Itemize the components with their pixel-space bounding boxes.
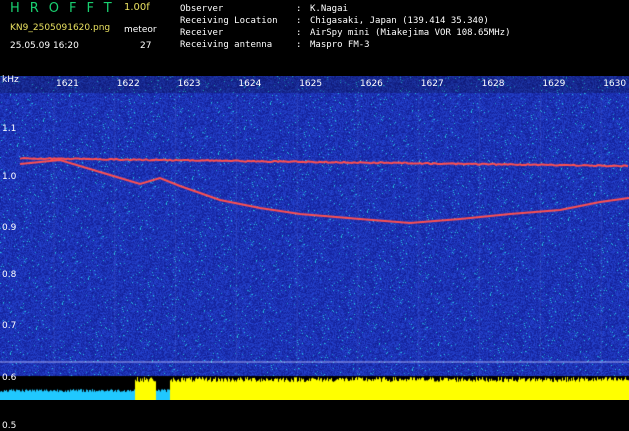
info-row-location: Receiving Location: Chigasaki, Japan (139… [180,16,489,26]
freq-tick-label: 1.0 [2,172,17,182]
spectrogram-canvas [0,76,629,400]
freq-tick-label: 1.1 [2,124,17,134]
time-tick-label: 1629 [542,79,566,89]
time-tick-label: 1627 [420,79,444,89]
meteor-count: 27 [140,41,152,51]
info-row-antenna: Receiving antenna: Maspro FM-3 [180,40,370,50]
time-tick-label: 1626 [360,79,383,89]
timestamp: 25.05.09 16:20 [10,41,79,51]
header-panel: HROFFT 1.00f KN9_2505091620.png 25.05.09… [0,0,629,76]
time-tick-label: 1622 [116,79,140,89]
y-unit-label: kHz [2,75,19,85]
time-tick-label: 1624 [238,79,262,89]
freq-tick-label: 0.9 [2,223,17,233]
time-tick-label: 1628 [481,79,505,89]
freq-tick-label: 0.8 [2,270,17,280]
file-name: KN9_2505091620.png [10,23,111,33]
freq-tick-label: 0.5 [2,421,17,431]
freq-tick-label: 0.6 [2,373,17,383]
time-tick-label: 1621 [56,79,79,89]
meteor-label: meteor [124,25,157,35]
freq-tick-label: 0.7 [2,321,17,331]
time-axis: 1621 1622 1623 1624 1625 1626 1627 1628 1629 1630 [0,76,629,93]
time-tick-label: 1630 [603,79,627,89]
info-row-receiver: Receiver: AirSpy mini (Miakejima VOR 108.… [180,28,511,38]
version-label: 1.00f [124,2,150,13]
station-info: Observer: K.Nagai Receiving Location: Chig… [180,3,510,51]
app-title: HROFFT [10,1,122,16]
time-tick-label: 1625 [299,79,323,89]
time-tick-label: 1623 [177,79,201,89]
info-row-observer: Observer: K.Nagai [180,4,348,14]
